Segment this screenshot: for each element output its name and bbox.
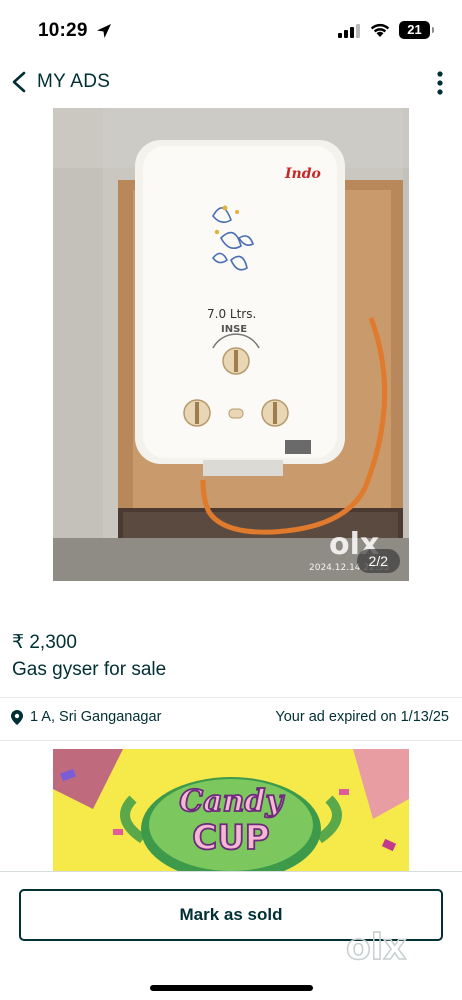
- ad-title: Gas gyser for sale: [12, 659, 167, 680]
- geyser-brand: Indo: [284, 166, 321, 182]
- photo-counter: 2/2: [356, 549, 400, 573]
- wifi-icon: [370, 23, 390, 37]
- divider: [0, 697, 462, 698]
- back-arrow-icon[interactable]: [9, 70, 29, 94]
- ad-price: ₹ 2,300: [12, 632, 77, 653]
- battery-indicator: 21: [399, 21, 430, 39]
- ad-location: 1 A, Sri Ganganagar: [30, 709, 162, 725]
- location-pin-icon: [11, 710, 23, 725]
- battery-tip: [432, 27, 434, 33]
- banner-text-line2: CUP: [192, 818, 269, 858]
- geyser-model: INSE: [221, 324, 247, 335]
- status-time: 10:29: [38, 20, 88, 41]
- olx-watermark-icon: olx: [345, 926, 407, 969]
- ad-photo[interactable]: Indo 7.0 Ltrs. INSE olx 2024.12.14 22:55…: [53, 108, 409, 581]
- status-bar: 10:29 21: [0, 0, 462, 56]
- candy-cup-banner-art: Candy CUP: [53, 749, 409, 871]
- more-options-icon[interactable]: [430, 69, 450, 97]
- cellular-signal-icon: [338, 24, 360, 38]
- geyser-illustration: Indo 7.0 Ltrs. INSE olx 2024.12.14 22:55: [53, 108, 409, 581]
- footer-watermark: olx: [346, 927, 406, 968]
- location-arrow-icon: [97, 24, 111, 38]
- footer-divider: [0, 871, 462, 872]
- geyser-capacity: 7.0 Ltrs.: [207, 307, 256, 321]
- ad-expiry: Your ad expired on 1/13/25: [275, 709, 449, 725]
- divider: [0, 740, 462, 741]
- promo-banner[interactable]: Candy CUP: [53, 749, 409, 871]
- app-header: MY ADS: [0, 56, 462, 108]
- banner-text-line1: Candy: [179, 784, 285, 819]
- home-indicator: [150, 985, 313, 991]
- page-title: MY ADS: [37, 71, 111, 92]
